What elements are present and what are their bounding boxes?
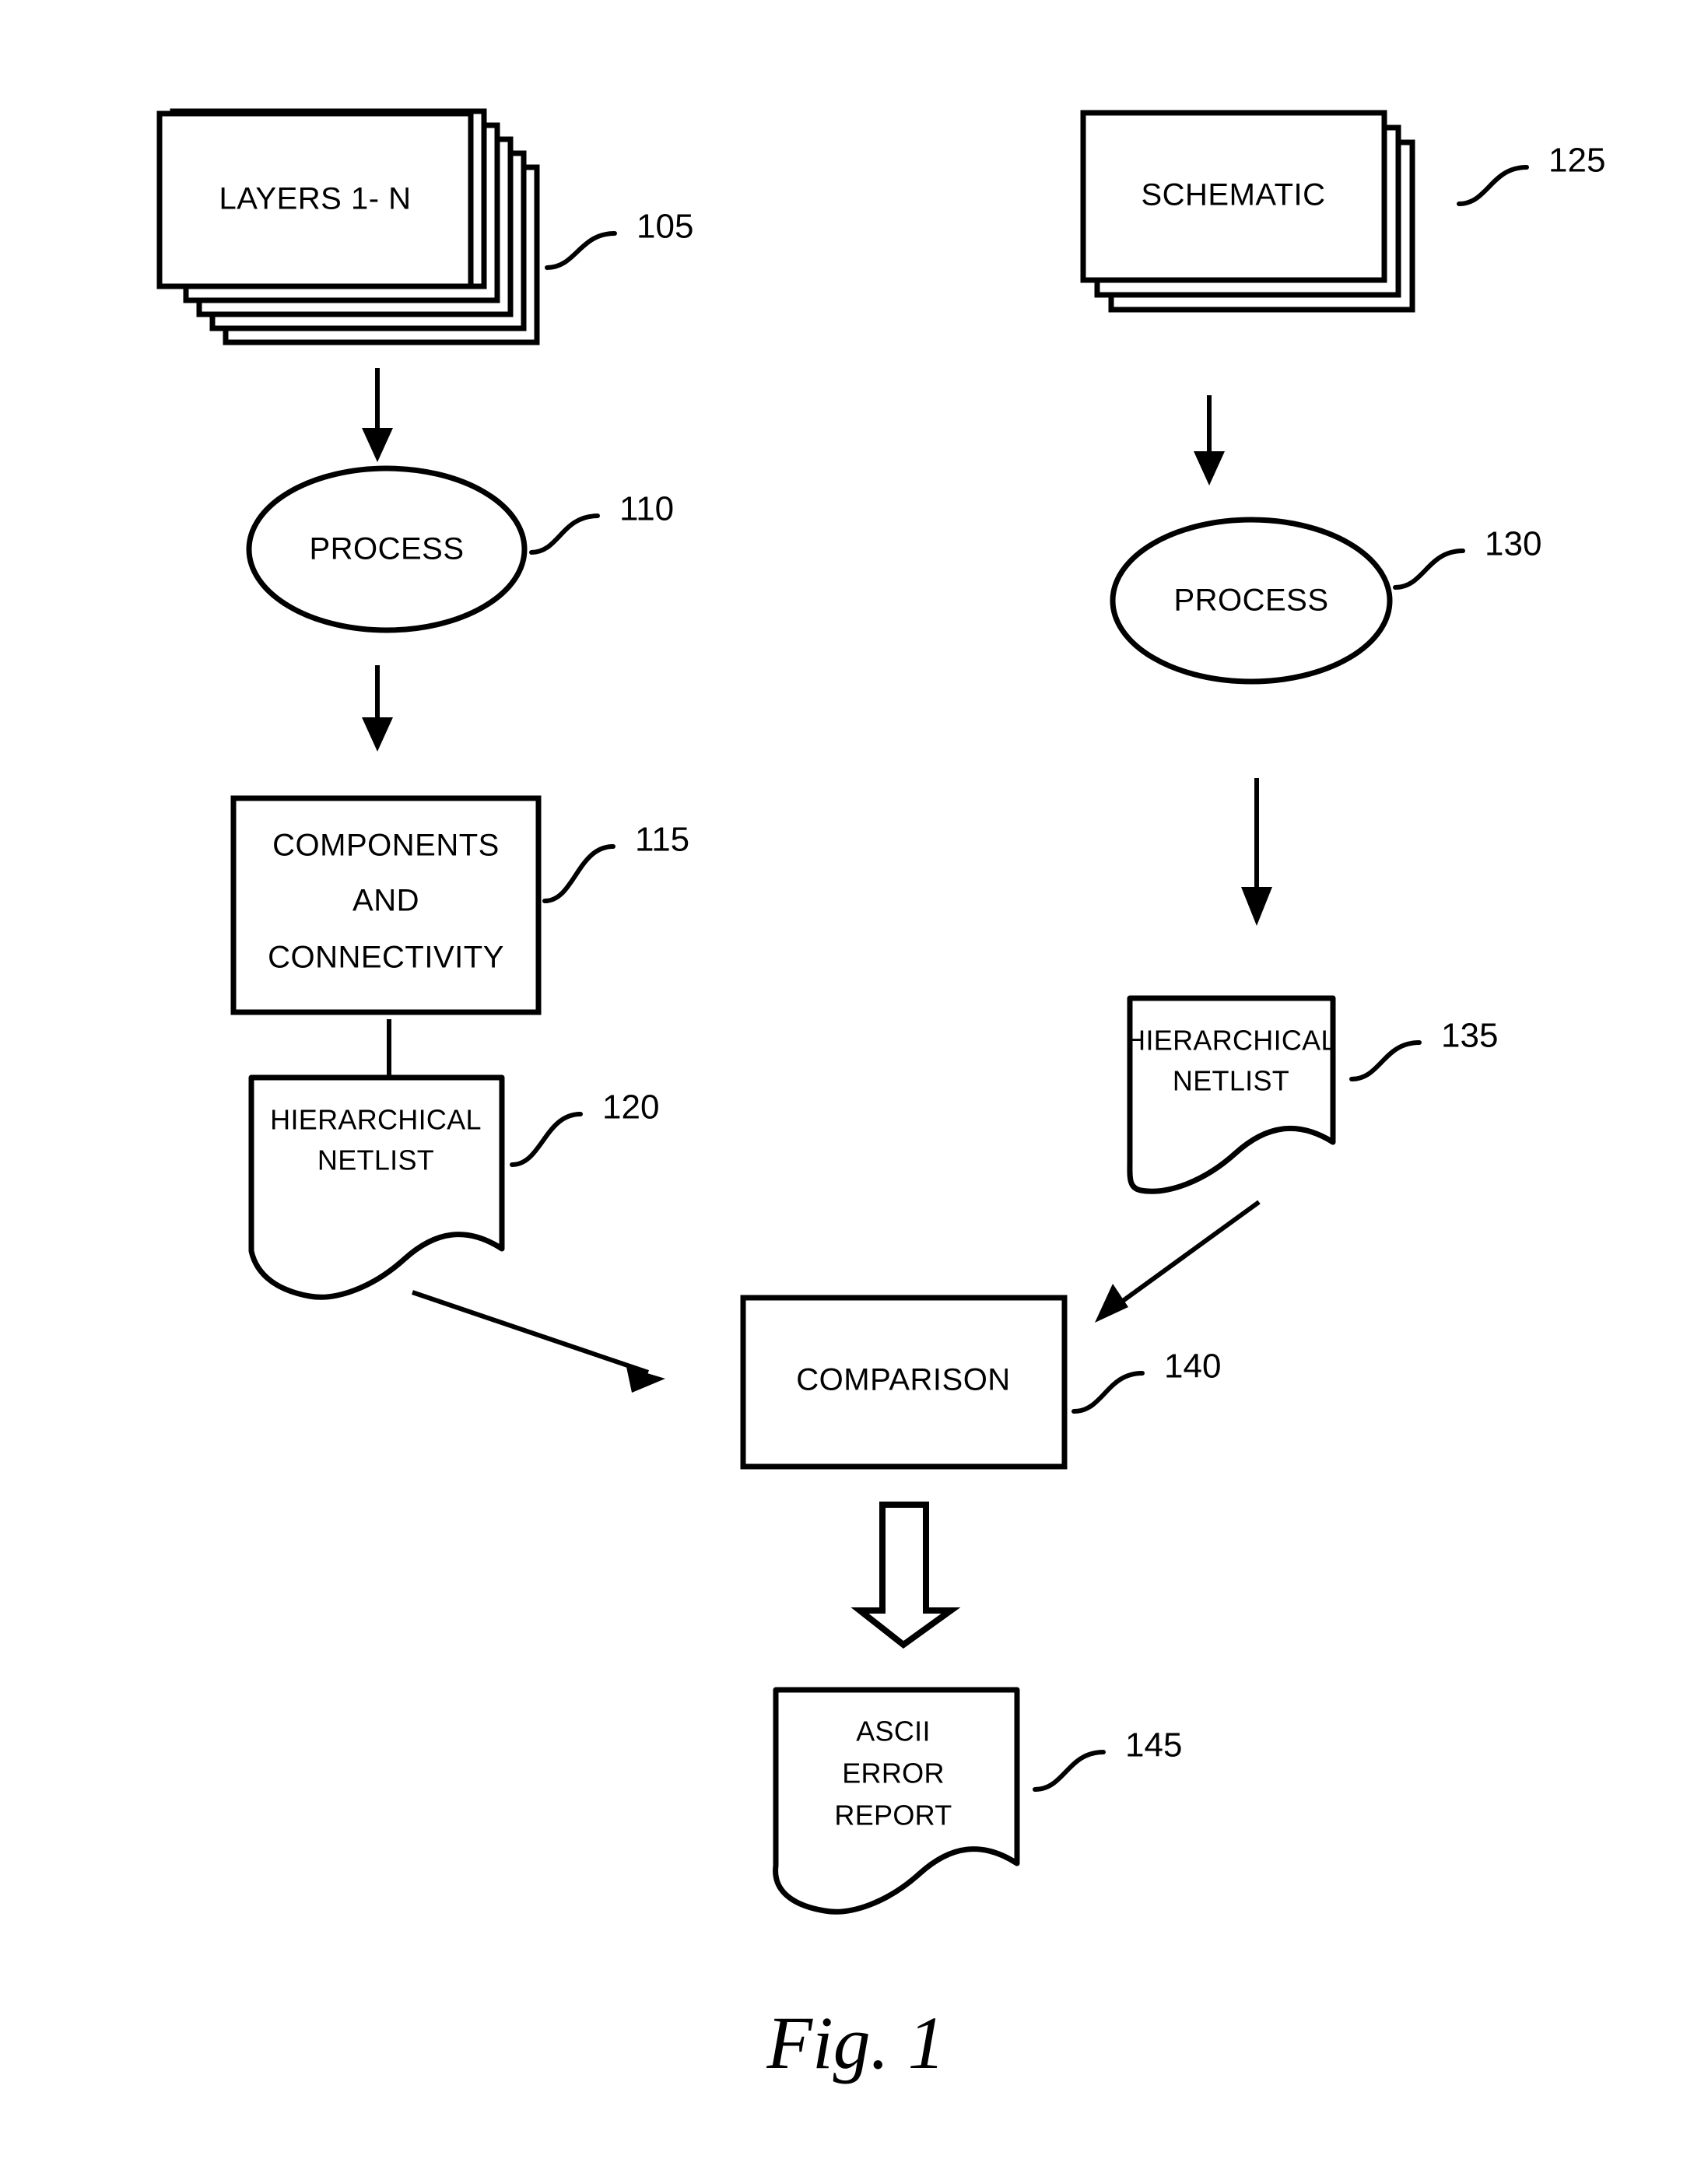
schematic-stack: SCHEMATIC bbox=[1080, 110, 1415, 313]
netlist-layout-node: HIERARCHICAL NETLIST bbox=[248, 1074, 505, 1300]
figure-canvas: LAYERS 1- N 105 PROCESS 110 COMPONENTS A… bbox=[156, 108, 1605, 2084]
leader-130: 130 bbox=[1393, 525, 1541, 590]
process-layout-label: PROCESS bbox=[309, 532, 464, 566]
block-arrow-down-icon bbox=[850, 1502, 961, 1649]
netlist-schematic-node: HIERARCHICAL NETLIST bbox=[1125, 995, 1337, 1194]
leader-line-110 bbox=[529, 513, 600, 555]
leader-115: 115 bbox=[542, 821, 689, 903]
patent-figure: LAYERS 1- N 105 PROCESS 110 COMPONENTS A… bbox=[0, 0, 1708, 2173]
error-report-label-line3: REPORT bbox=[834, 1800, 952, 1831]
netlist-layout-label-line1: HIERARCHICAL bbox=[270, 1104, 482, 1136]
leader-145: 145 bbox=[1033, 1726, 1182, 1792]
error-report-label-line1: ASCII bbox=[856, 1716, 931, 1747]
comparison-label: COMPARISON bbox=[796, 1363, 1010, 1397]
arrow-layers-to-process bbox=[362, 368, 393, 462]
figure-caption: Fig. 1 bbox=[766, 2001, 945, 2084]
arrow-head bbox=[1194, 451, 1225, 485]
leader-110: 110 bbox=[529, 490, 674, 555]
arrow-head bbox=[362, 717, 393, 752]
error-report-label-line2: ERROR bbox=[842, 1758, 945, 1789]
ref-number-130: 130 bbox=[1485, 525, 1541, 563]
comparison-node: COMPARISON bbox=[740, 1295, 1068, 1470]
process-layout-node: PROCESS bbox=[246, 465, 528, 633]
arrow-shaft bbox=[412, 1290, 649, 1375]
arrow-netlist-layout-to-comparison bbox=[412, 1290, 665, 1393]
leader-line-140 bbox=[1071, 1371, 1145, 1414]
arrow-head bbox=[1095, 1284, 1128, 1323]
schematic-label: SCHEMATIC bbox=[1141, 178, 1325, 212]
netlist-schematic-label-line1: HIERARCHICAL bbox=[1125, 1025, 1337, 1057]
ref-number-140: 140 bbox=[1164, 1348, 1221, 1386]
error-report-node: ASCII ERROR REPORT bbox=[773, 1687, 1020, 1915]
ref-number-115: 115 bbox=[635, 821, 689, 859]
netlist-schematic-label-line2: NETLIST bbox=[1173, 1065, 1289, 1097]
process-schematic-node: PROCESS bbox=[1110, 517, 1393, 685]
netlist-layout-label-line2: NETLIST bbox=[317, 1144, 434, 1176]
components-label-line2: AND bbox=[352, 884, 419, 918]
ref-number-120: 120 bbox=[602, 1088, 659, 1127]
leader-140: 140 bbox=[1071, 1348, 1221, 1414]
leader-line-115 bbox=[542, 844, 616, 903]
components-label-line1: COMPONENTS bbox=[272, 829, 500, 863]
arrow-process-to-netlist-schematic bbox=[1241, 778, 1272, 926]
leader-line-120 bbox=[510, 1112, 583, 1167]
leader-105: 105 bbox=[545, 208, 693, 270]
arrow-process-to-components bbox=[362, 665, 393, 752]
leader-125: 125 bbox=[1457, 142, 1605, 206]
leader-line-125 bbox=[1457, 165, 1529, 206]
arrow-netlist-schematic-to-comparison bbox=[1095, 1200, 1261, 1323]
process-schematic-label: PROCESS bbox=[1173, 584, 1328, 618]
ref-number-105: 105 bbox=[637, 208, 693, 246]
ref-number-125: 125 bbox=[1548, 142, 1605, 180]
ref-number-135: 135 bbox=[1441, 1017, 1498, 1055]
layers-label: LAYERS 1- N bbox=[219, 182, 411, 216]
arrow-head bbox=[1241, 887, 1272, 926]
ref-number-110: 110 bbox=[619, 490, 674, 528]
ref-number-145: 145 bbox=[1125, 1726, 1182, 1765]
components-node: COMPONENTS AND CONNECTIVITY bbox=[230, 795, 542, 1015]
layers-stack: LAYERS 1- N bbox=[156, 108, 540, 345]
components-label-line3: CONNECTIVITY bbox=[268, 941, 504, 975]
leader-135: 135 bbox=[1349, 1017, 1498, 1081]
arrow-schematic-to-process bbox=[1194, 395, 1225, 485]
leader-120: 120 bbox=[510, 1088, 659, 1167]
arrow-head bbox=[362, 428, 393, 462]
leader-line-130 bbox=[1393, 549, 1465, 590]
block-arrow-comparison-to-report bbox=[850, 1502, 961, 1649]
leader-line-105 bbox=[545, 231, 617, 270]
arrow-shaft bbox=[1113, 1200, 1261, 1309]
leader-line-145 bbox=[1033, 1750, 1106, 1792]
leader-line-135 bbox=[1349, 1040, 1422, 1081]
